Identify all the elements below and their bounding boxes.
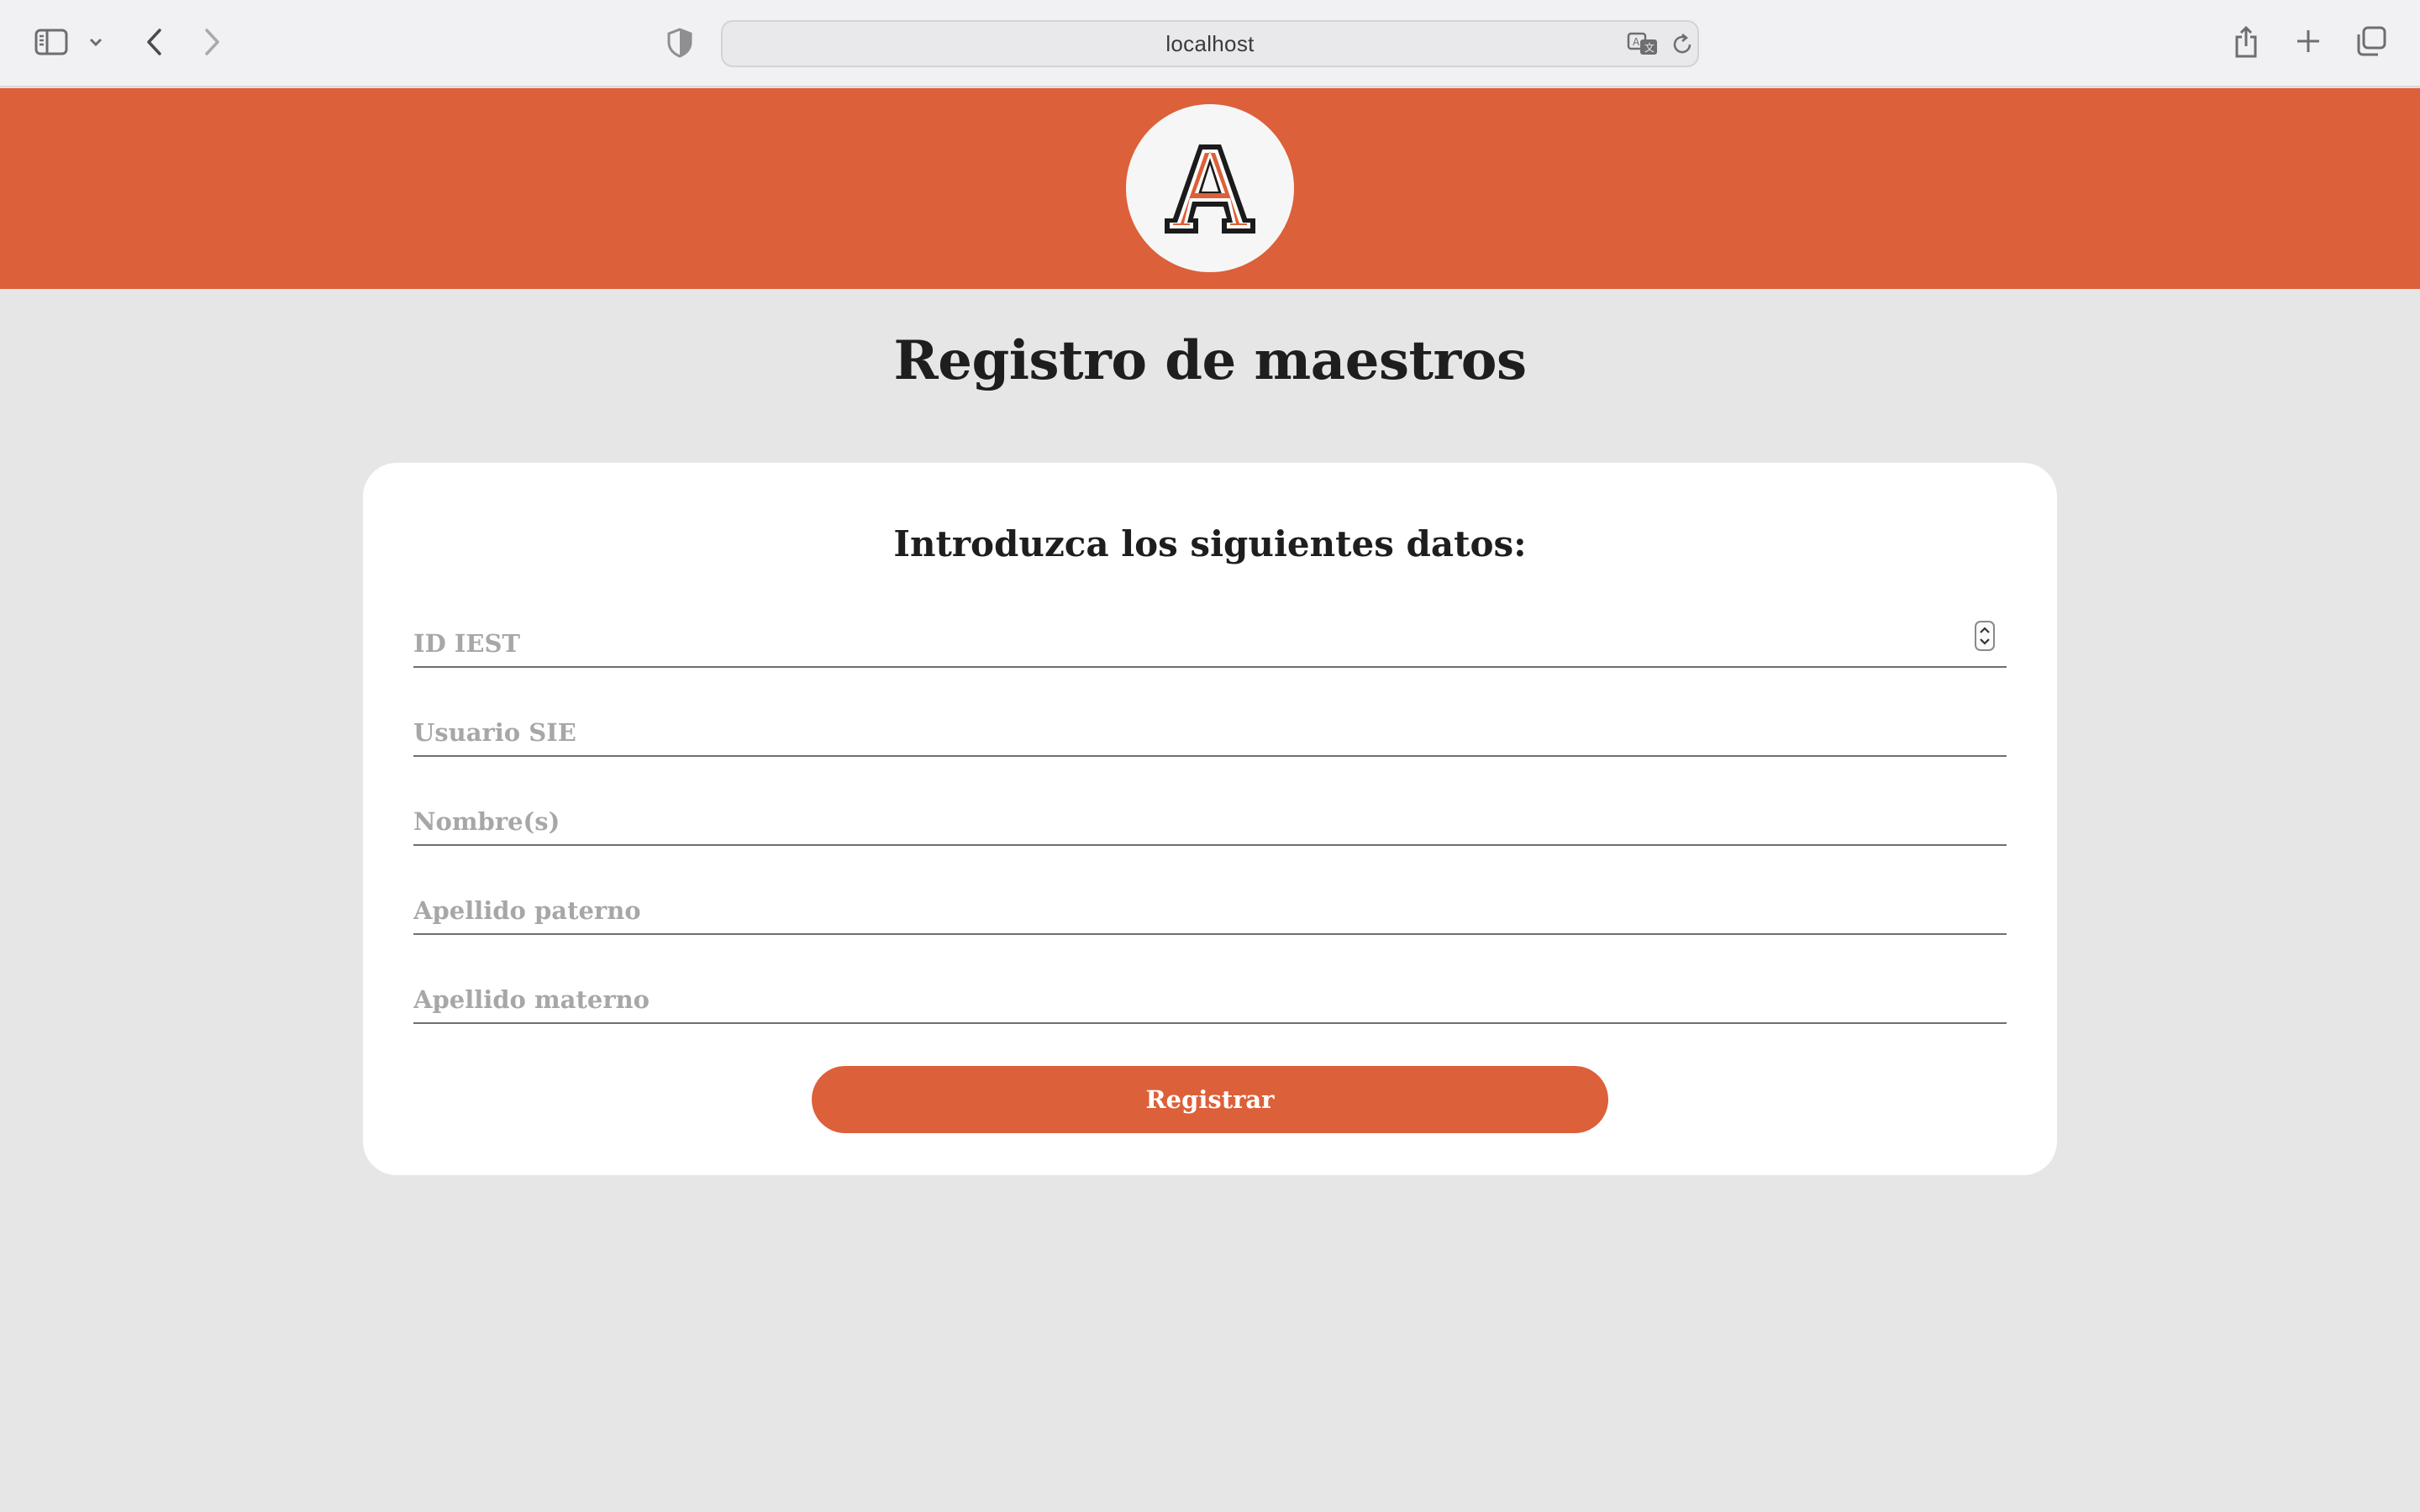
id-iest-field (413, 617, 2007, 668)
nombre-input[interactable] (413, 801, 2007, 843)
back-icon[interactable] (141, 25, 166, 59)
registrar-button[interactable]: Registrar (812, 1066, 1608, 1133)
number-stepper[interactable] (1975, 621, 1995, 651)
share-icon[interactable] (2232, 24, 2260, 60)
apellido-materno-field (413, 974, 2007, 1024)
nombre-field (413, 795, 2007, 846)
new-tab-icon[interactable] (2294, 27, 2323, 55)
translate-icon[interactable]: A文 (1627, 32, 1660, 60)
apellido-paterno-input[interactable] (413, 890, 2007, 932)
url-text: localhost (1165, 30, 1255, 56)
usuario-sie-input[interactable] (413, 711, 2007, 753)
browser-toolbar: localhost A文 (0, 0, 2420, 87)
stepper-arrows-icon (1980, 627, 1990, 645)
apellido-paterno-field (413, 885, 2007, 935)
svg-text:文: 文 (1644, 41, 1655, 54)
sidebar-icon[interactable] (34, 27, 69, 57)
tabs-overview-icon[interactable] (2354, 25, 2388, 57)
chevron-down-icon[interactable] (87, 34, 104, 50)
id-iest-input[interactable] (413, 622, 2007, 664)
apellido-materno-input[interactable] (413, 979, 2007, 1021)
form-heading: Introduzca los siguientes datos: (893, 523, 1527, 564)
forward-icon[interactable] (200, 25, 225, 59)
usuario-sie-field (413, 706, 2007, 757)
svg-text:A: A (1633, 36, 1640, 48)
logo (1126, 104, 1294, 272)
address-bar[interactable]: localhost A文 (721, 20, 1699, 67)
page-title: Registro de maestros (893, 329, 1527, 392)
shield-icon[interactable] (666, 27, 694, 59)
logo-letter-icon (1165, 144, 1255, 234)
reload-icon[interactable] (1670, 32, 1694, 60)
registration-form-card: Introduzca los siguientes datos: Registr… (363, 463, 2057, 1175)
